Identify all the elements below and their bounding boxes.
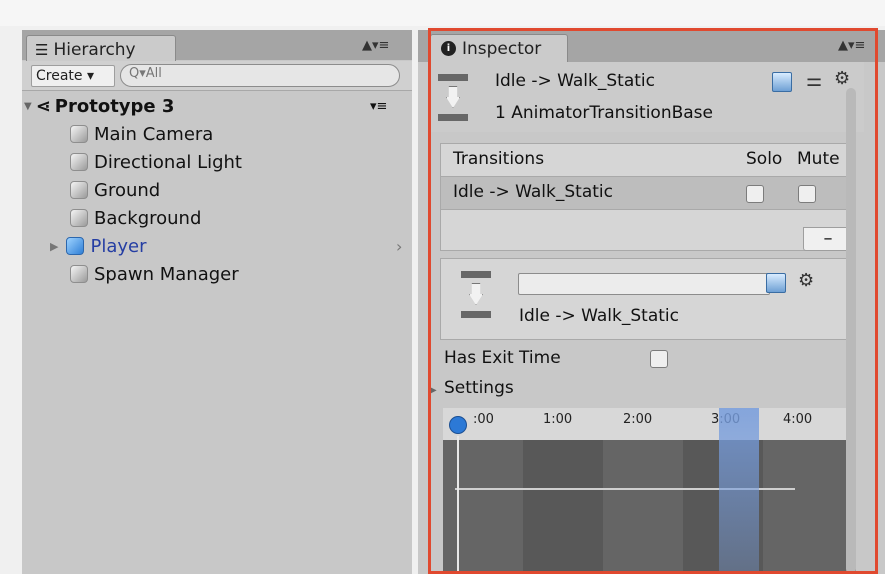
tab-hierarchy[interactable]: ☰ Hierarchy [26,35,176,61]
solo-checkbox[interactable] [746,185,764,203]
transition-overlap[interactable] [719,408,759,574]
list-item[interactable]: Background [22,204,412,232]
transitions-list: Transitions Solo Mute Idle -> Walk_Stati… [440,143,856,251]
inspector-header: Idle -> Walk_Static 1 AnimatorTransition… [428,62,864,132]
has-exit-time-label: Has Exit Time [444,348,561,368]
scene-row[interactable]: ▼ ⋖ Prototype 3 ▾≡ [22,92,412,120]
item-label: Background [94,207,202,229]
expand-arrow-icon[interactable]: ▼ [24,101,32,112]
item-label: Main Camera [94,123,214,145]
playhead-marker[interactable] [449,416,467,434]
unity-logo-icon: ⋖ [35,95,51,117]
help-book-icon[interactable] [772,72,792,92]
item-label: Ground [94,179,161,201]
tick-label: 2:00 [623,412,653,427]
hierarchy-tab-label: Hierarchy [53,39,136,60]
list-item[interactable]: ▶ Player › [22,232,412,260]
search-input[interactable]: Q▾All [120,64,400,87]
hierarchy-panel: ☰ Hierarchy ▲▾≡ Create ▾ Q▾All ▼ ⋖ Proto… [22,30,412,574]
transition-title: Idle -> Walk_Static [519,306,679,326]
col-solo: Solo [746,149,783,169]
has-exit-time-checkbox[interactable] [650,350,668,368]
timeline-ruler: :00 1:00 2:00 3:00 4:00 [443,408,856,440]
list-item[interactable]: Directional Light [22,148,412,176]
transition-name: Idle -> Walk_Static [453,182,613,202]
settings-foldout[interactable]: Settings [444,378,514,398]
item-label: Player [90,235,147,257]
preset-icon[interactable]: ⚌ [806,70,822,91]
item-label: Spawn Manager [94,263,239,285]
chevron-right-icon[interactable]: › [396,237,402,256]
hierarchy-menu-icon[interactable]: ▲▾≡ [362,38,389,53]
mute-checkbox[interactable] [798,185,816,203]
header-subtitle: 1 AnimatorTransitionBase [495,103,713,123]
header-title: Idle -> Walk_Static [495,71,655,91]
playhead-line [457,436,459,574]
col-mute: Mute [797,149,840,169]
gameobject-icon [70,125,88,143]
scene-name: Prototype 3 [54,95,175,117]
list-item[interactable]: Main Camera [22,120,412,148]
info-icon: i [441,41,456,56]
transition-icon [438,74,468,122]
help-book-icon[interactable] [766,273,786,293]
hierarchy-toolbar: Create ▾ Q▾All [22,61,412,91]
inspector-panel: i Inspector ▲▾≡ Idle -> Walk_Static 1 An… [418,30,885,574]
inspector-tabbar: i Inspector ▲▾≡ [418,30,885,62]
foldout-arrow-icon[interactable]: ▶ [429,385,437,396]
transition-detail: ⚙ Idle -> Walk_Static [440,258,856,340]
list-item[interactable]: Ground [22,176,412,204]
tick-label: 4:00 [783,412,813,427]
expand-arrow-icon[interactable]: ▶ [50,240,58,253]
gear-icon[interactable]: ⚙ [834,68,850,89]
transitions-header: Transitions Solo Mute [441,144,855,176]
tick-label: 1:00 [543,412,573,427]
col-transitions: Transitions [453,149,545,169]
create-button[interactable]: Create ▾ [31,65,115,87]
gameobject-icon [70,153,88,171]
hierarchy-tabbar: ☰ Hierarchy ▲▾≡ [22,30,412,61]
list-item[interactable]: Spawn Manager [22,260,412,288]
gameobject-icon [70,209,88,227]
transition-name-field[interactable] [518,273,770,295]
tab-inspector[interactable]: i Inspector [430,34,568,62]
inspector-menu-icon[interactable]: ▲▾≡ [838,38,865,53]
unity-editor: ☰ Hierarchy ▲▾≡ Create ▾ Q▾All ▼ ⋖ Proto… [0,0,885,574]
gameobject-icon [70,181,88,199]
inspector-tab-label: Inspector [462,38,542,59]
table-row[interactable]: Idle -> Walk_Static [441,176,855,210]
gameobject-icon [70,265,88,283]
gear-icon[interactable]: ⚙ [798,270,814,291]
scene-menu-icon[interactable]: ▾≡ [370,99,387,114]
top-band [0,0,885,26]
item-label: Directional Light [94,151,242,173]
transition-icon [461,271,491,319]
list-icon: ☰ [35,40,49,59]
prefab-icon [66,237,85,255]
hierarchy-tree: ▼ ⋖ Prototype 3 ▾≡ Main Camera Direction… [22,92,412,288]
tick-label: :00 [473,412,494,427]
inspector-scrollbar[interactable] [846,88,856,574]
transition-timeline[interactable]: :00 1:00 2:00 3:00 4:00 [443,408,856,574]
